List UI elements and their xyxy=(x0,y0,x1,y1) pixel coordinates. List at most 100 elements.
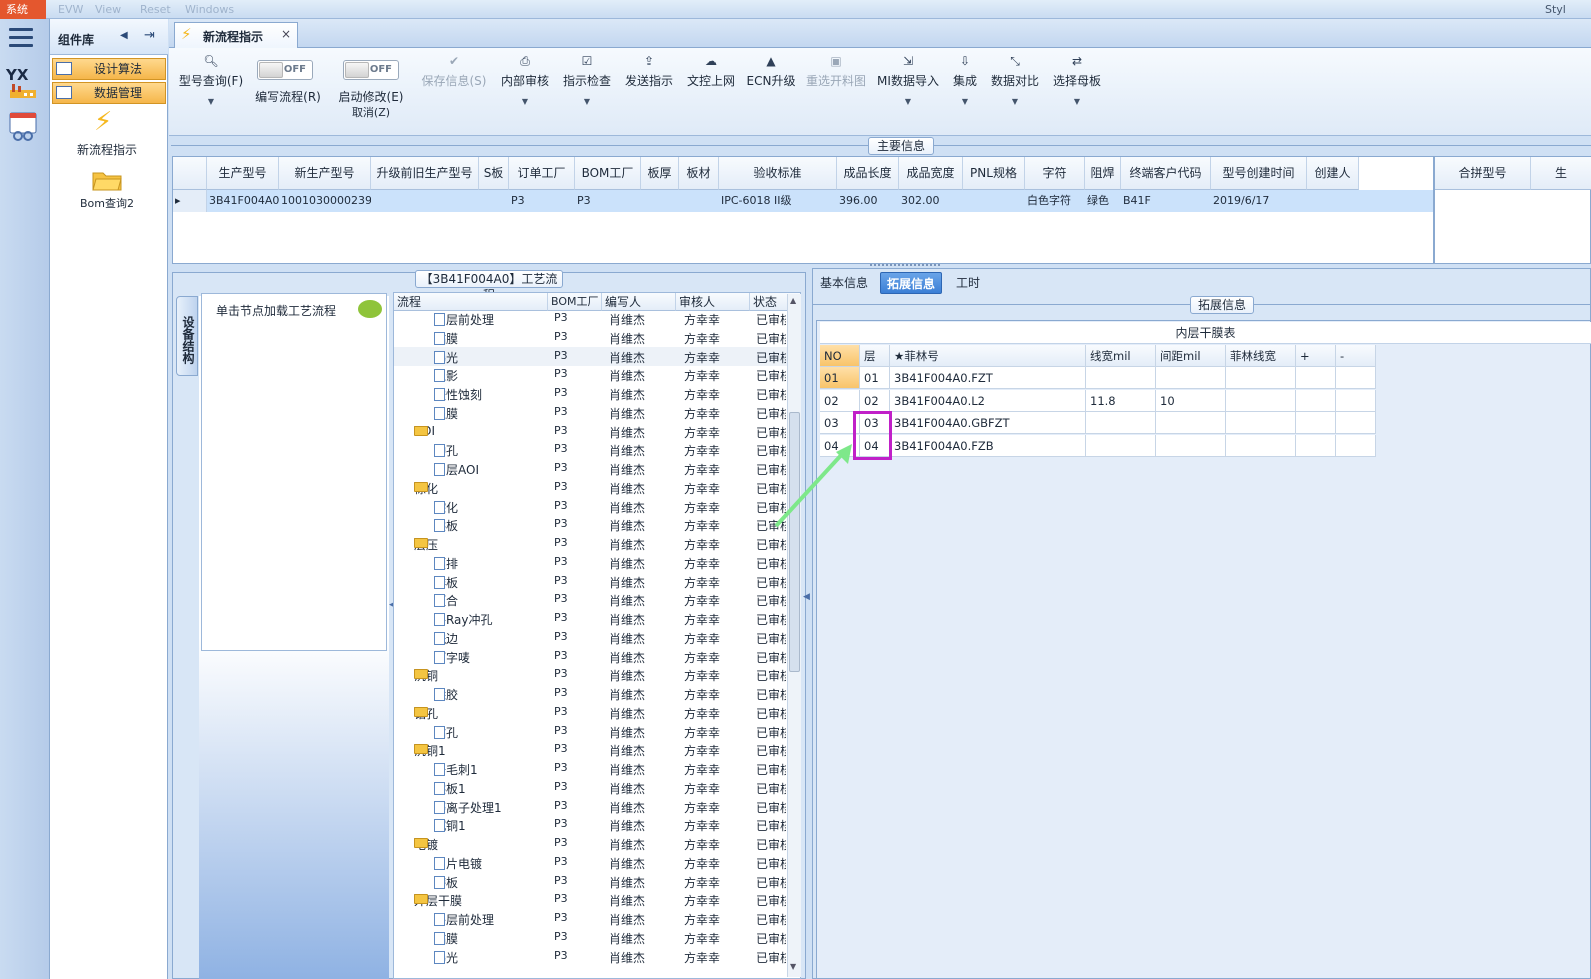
process-row[interactable]: 铣边 P3 肖维杰 方幸幸 已审核 xyxy=(394,628,788,647)
main-col-header[interactable]: 终端客户代码 xyxy=(1121,157,1211,190)
main-row-cell[interactable]: P3 xyxy=(509,190,575,212)
system-menu-button[interactable]: 系统 xyxy=(0,0,46,19)
process-row[interactable]: −沉铜 P3 肖维杰 方幸幸 已审核 xyxy=(394,665,788,684)
film-col-header[interactable]: NO xyxy=(820,345,860,367)
film-col-header[interactable]: + xyxy=(1296,345,1336,367)
tab-basic-info[interactable]: 基本信息 xyxy=(814,272,874,294)
scroll-down-icon[interactable]: ▼ xyxy=(790,962,796,971)
main-col-header[interactable]: 订单工厂 xyxy=(509,157,575,190)
main-col-header[interactable]: BOM工厂 xyxy=(575,157,641,190)
film-cell[interactable] xyxy=(1336,389,1376,412)
process-row[interactable]: 磨板 P3 肖维杰 方幸幸 已审核 xyxy=(394,872,788,891)
process-row[interactable]: 打字唛 P3 肖维杰 方幸幸 已审核 xyxy=(394,647,788,666)
process-row[interactable]: 曝光 P3 肖维杰 方幸幸 已审核 xyxy=(394,947,788,966)
tab-equipment-structure[interactable]: 设备结构 xyxy=(176,296,198,376)
process-row[interactable]: 外层前处理 P3 肖维杰 方幸幸 已审核 xyxy=(394,909,788,928)
start-edit-toggle[interactable]: OFF xyxy=(343,60,399,80)
film-cell[interactable] xyxy=(1336,434,1376,457)
process-row[interactable]: 去毛刺1 P3 肖维杰 方幸幸 已审核 xyxy=(394,759,788,778)
process-row[interactable]: −层压 P3 肖维杰 方幸幸 已审核 xyxy=(394,534,788,553)
process-row[interactable]: 曝光 P3 肖维杰 方幸幸 已审核 xyxy=(394,346,788,366)
main-row-cell[interactable] xyxy=(963,190,1025,212)
ecn-button[interactable]: ▲ ECN升级 xyxy=(744,54,798,89)
menu-item-windows[interactable]: Windows xyxy=(185,3,234,16)
process-row[interactable]: 酸性蚀刻 P3 肖维杰 方幸幸 已审核 xyxy=(394,384,788,403)
film-cell[interactable] xyxy=(1226,434,1296,457)
process-row[interactable]: −外层干膜 P3 肖维杰 方幸幸 已审核 xyxy=(394,890,788,909)
film-cell[interactable] xyxy=(1226,412,1296,434)
process-row[interactable]: 预排 P3 肖维杰 方幸幸 已审核 xyxy=(394,553,788,572)
process-row[interactable]: −电镀 P3 肖维杰 方幸幸 已审核 xyxy=(394,834,788,853)
save-info-button[interactable]: ✔ 保存信息(S) xyxy=(418,54,490,89)
write-flow-toggle[interactable]: OFF xyxy=(257,60,313,80)
component-item-data[interactable]: 数据管理 xyxy=(52,82,166,104)
film-cell[interactable]: 3B41F004A0.FZB xyxy=(890,434,1086,457)
process-row[interactable]: −钻孔 P3 肖维杰 方幸幸 已审核 xyxy=(394,703,788,722)
merge-next-header[interactable]: 生 xyxy=(1531,157,1591,190)
main-col-header[interactable]: 成品宽度 xyxy=(899,157,963,190)
main-col-header[interactable]: 字符 xyxy=(1025,157,1085,190)
film-cell[interactable] xyxy=(1226,367,1296,389)
film-cell[interactable] xyxy=(1226,389,1296,412)
process-row[interactable]: 沉铜1 P3 肖维杰 方幸幸 已审核 xyxy=(394,815,788,834)
process-row[interactable]: 排板 P3 肖维杰 方幸幸 已审核 xyxy=(394,572,788,591)
internal-review-button[interactable]: ⎙ 内部审核 ▼ xyxy=(498,54,552,106)
film-cell[interactable]: 11.8 xyxy=(1086,389,1156,412)
process-row[interactable]: X-Ray冲孔 P3 肖维杰 方幸幸 已审核 xyxy=(394,609,788,628)
process-row[interactable]: −AOI P3 肖维杰 方幸幸 已审核 xyxy=(394,422,788,441)
send-button[interactable]: ⇪ 发送指示 xyxy=(622,54,676,89)
main-col-header[interactable]: 验收标准 xyxy=(719,157,837,190)
process-row[interactable]: 等离子处理1 P3 肖维杰 方幸幸 已审核 xyxy=(394,797,788,816)
film-col-header[interactable]: 间距mil xyxy=(1156,345,1226,367)
film-cell[interactable] xyxy=(1156,434,1226,457)
film-cell[interactable] xyxy=(1296,434,1336,457)
main-col-header[interactable]: 成品长度 xyxy=(837,157,899,190)
tab-work-hours[interactable]: 工时 xyxy=(950,272,986,294)
process-row[interactable]: −棕化 P3 肖维杰 方幸幸 已审核 xyxy=(394,478,788,497)
launcher-new-flow[interactable]: 新流程指示 xyxy=(50,141,164,158)
main-col-header[interactable]: 新生产型号 xyxy=(279,157,371,190)
main-row-cell[interactable] xyxy=(1307,190,1359,212)
model-query-button[interactable]: 🔍︎ 型号查询(F) ▼ xyxy=(176,54,246,106)
main-row-cell[interactable]: B41F xyxy=(1121,190,1211,212)
launcher-bom-query[interactable]: Bom查询2 xyxy=(50,195,164,211)
film-cell[interactable] xyxy=(1296,389,1336,412)
lightning-icon[interactable]: ⚡ xyxy=(94,107,112,137)
tab-extension-info[interactable]: 拓展信息 xyxy=(880,272,943,294)
row-pointer-icon[interactable]: ▸ xyxy=(173,190,207,212)
main-row-cell[interactable]: 10010300002396 xyxy=(279,190,371,212)
process-row[interactable]: 烘板1 P3 肖维杰 方幸幸 已审核 xyxy=(394,778,788,797)
main-row-cell[interactable]: IPC-6018 II级 xyxy=(719,190,837,212)
process-row[interactable]: 除胶 P3 肖维杰 方幸幸 已审核 xyxy=(394,684,788,703)
film-cell[interactable] xyxy=(1156,367,1226,389)
film-cell[interactable] xyxy=(1336,412,1376,434)
process-row[interactable]: 压合 P3 肖维杰 方幸幸 已审核 xyxy=(394,590,788,609)
main-row-cell[interactable] xyxy=(679,190,719,212)
film-cell[interactable]: 3B41F004A0.FZT xyxy=(890,367,1086,389)
main-row-cell[interactable]: 白色字符 xyxy=(1025,190,1085,212)
menu-item-view[interactable]: View xyxy=(95,3,121,16)
film-cell[interactable]: 01 xyxy=(860,367,890,389)
film-cell[interactable] xyxy=(1296,412,1336,434)
process-row[interactable]: 内层前处理 P3 肖维杰 方幸幸 已审核 xyxy=(394,309,788,328)
process-scrollbar[interactable]: ▲ ▼ xyxy=(787,294,801,977)
main-row-cell[interactable] xyxy=(641,190,679,212)
process-row[interactable]: 贴膜 P3 肖维杰 方幸幸 已审核 xyxy=(394,928,788,947)
process-row[interactable]: 贴膜 P3 肖维杰 方幸幸 已审核 xyxy=(394,328,788,347)
component-item-design[interactable]: 设计算法 xyxy=(52,58,166,80)
main-col-header[interactable]: 升级前旧生产型号 xyxy=(371,157,479,190)
folder-icon[interactable] xyxy=(92,169,122,191)
scroll-up-icon[interactable]: ▲ xyxy=(790,296,796,305)
process-row[interactable]: 冲孔 P3 肖维杰 方幸幸 已审核 xyxy=(394,440,788,459)
cancel-button[interactable]: 取消(Z) xyxy=(334,104,408,120)
film-col-header[interactable]: 菲林线宽 xyxy=(1226,345,1296,367)
merge-model-header[interactable]: 合拼型号 xyxy=(1435,157,1531,190)
main-col-header[interactable]: 生产型号 xyxy=(207,157,279,190)
process-row[interactable]: 退膜 P3 肖维杰 方幸幸 已审核 xyxy=(394,403,788,422)
main-col-header[interactable]: 板厚 xyxy=(641,157,679,190)
film-col-header[interactable]: ★菲林号 xyxy=(890,345,1086,367)
main-row-cell[interactable]: 396.00 xyxy=(837,190,899,212)
main-row-cell[interactable] xyxy=(371,190,479,212)
film-cell[interactable]: 02 xyxy=(820,389,860,412)
process-row[interactable]: 烘板 P3 肖维杰 方幸幸 已审核 xyxy=(394,515,788,534)
